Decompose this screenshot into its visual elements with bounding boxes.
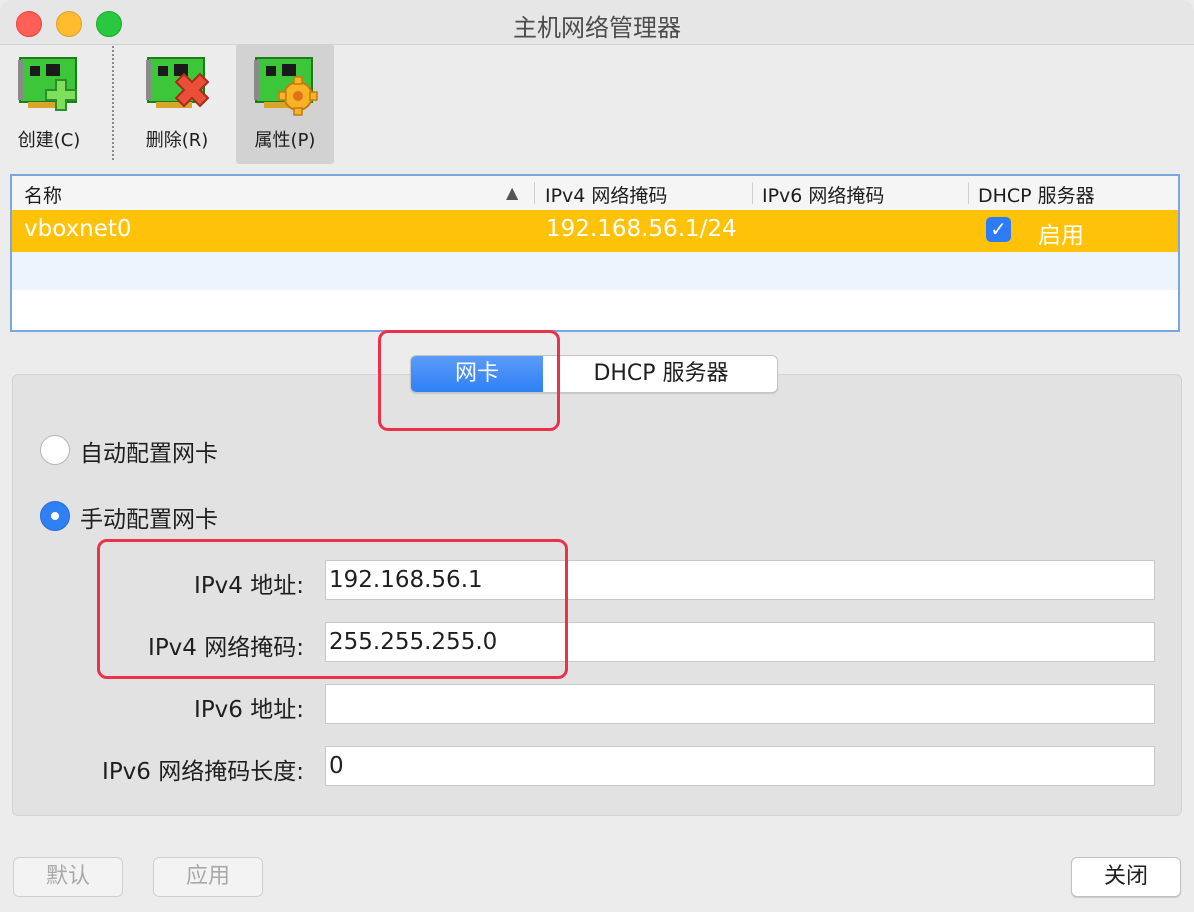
column-divider	[968, 182, 969, 204]
table-header: 名称 ▲ IPv4 网络掩码 IPv6 网络掩码 DHCP 服务器	[12, 176, 1178, 211]
apply-button[interactable]: 应用	[153, 857, 263, 897]
column-header-ipv4-mask[interactable]: IPv4 网络掩码	[545, 181, 667, 208]
row-dhcp-label: 启用	[1038, 223, 1084, 249]
delete-button[interactable]: 删除(R)	[128, 44, 226, 164]
auto-config-radio[interactable]	[40, 435, 70, 465]
sort-ascending-icon: ▲	[506, 183, 519, 202]
checkmark-icon: ✓	[990, 217, 1007, 241]
column-header-name[interactable]: 名称	[24, 181, 62, 208]
properties-label: 属性(P)	[254, 130, 316, 151]
empty-table-row	[12, 252, 1178, 290]
table-row[interactable]: vboxnet0 192.168.56.1/24 ✓ 启用	[12, 210, 1178, 252]
ipv6-address-label: IPv6 地址:	[194, 697, 304, 723]
create-label: 创建(C)	[17, 130, 81, 151]
manual-config-radio[interactable]	[40, 501, 70, 531]
delete-label: 删除(R)	[145, 130, 209, 151]
auto-config-label[interactable]: 自动配置网卡	[80, 434, 218, 468]
close-button[interactable]: 关闭	[1071, 857, 1181, 897]
dhcp-enabled-checkbox[interactable]: ✓	[986, 217, 1011, 242]
column-header-ipv6-mask[interactable]: IPv6 网络掩码	[762, 181, 884, 208]
toolbar: 创建(C) 删除(R) 属性(P)	[0, 44, 1194, 164]
tab-dhcp-server[interactable]: DHCP 服务器	[543, 356, 777, 392]
empty-table-row	[12, 290, 1178, 330]
highlight-ipv4-fields	[97, 539, 568, 679]
column-header-dhcp[interactable]: DHCP 服务器	[978, 181, 1095, 208]
highlight-adapter-tab	[378, 330, 560, 431]
toolbar-separator	[112, 46, 114, 160]
row-ipv4-mask: 192.168.56.1/24	[546, 216, 737, 242]
column-divider	[534, 182, 535, 204]
properties-button[interactable]: 属性(P)	[236, 44, 334, 164]
network-card-add-icon	[18, 57, 77, 111]
ipv6-address-input[interactable]	[325, 684, 1155, 724]
row-name: vboxnet0	[24, 216, 132, 242]
manual-config-label[interactable]: 手动配置网卡	[80, 500, 218, 534]
network-card-properties-icon	[254, 57, 318, 116]
host-network-table[interactable]: 名称 ▲ IPv4 网络掩码 IPv6 网络掩码 DHCP 服务器 vboxne…	[10, 174, 1180, 332]
window-title: 主机网络管理器	[513, 14, 681, 42]
default-button[interactable]: 默认	[13, 857, 123, 897]
network-card-remove-icon	[146, 57, 210, 108]
ipv6-prefix-input[interactable]: 0	[325, 746, 1155, 786]
create-button[interactable]: 创建(C)	[0, 44, 98, 164]
column-divider	[752, 182, 753, 204]
ipv6-prefix-label: IPv6 网络掩码长度:	[102, 759, 304, 785]
title-bar: 主机网络管理器	[0, 0, 1194, 45]
